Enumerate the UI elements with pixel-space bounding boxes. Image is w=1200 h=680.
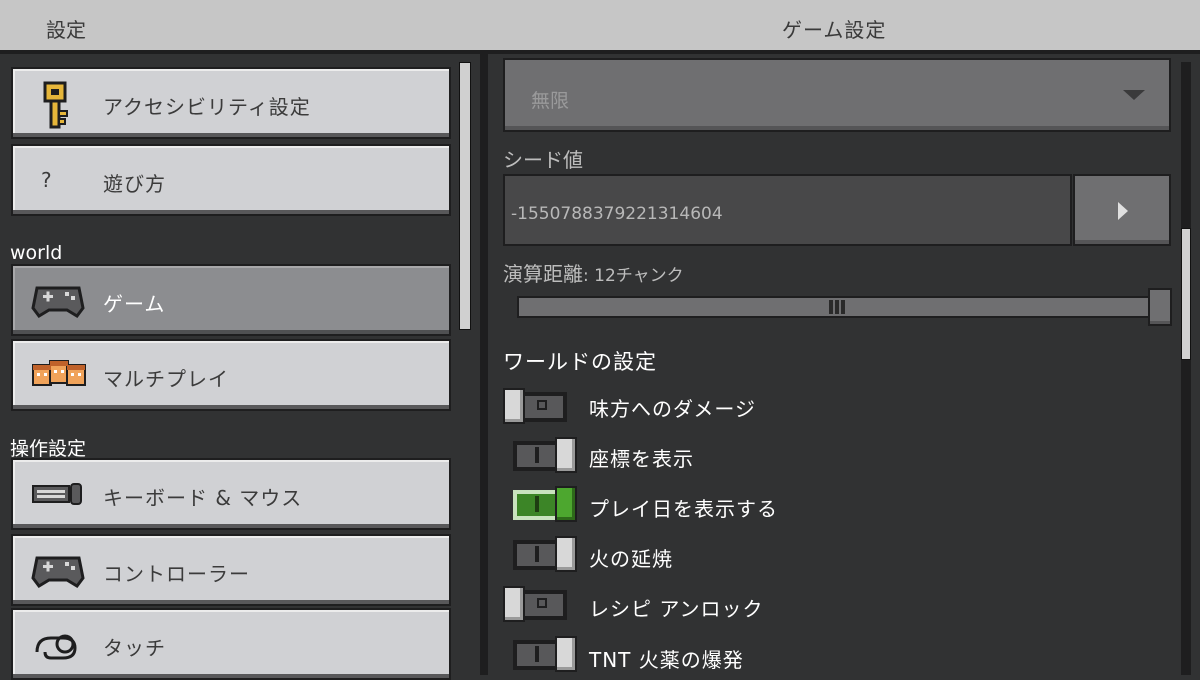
controller-icon (31, 548, 85, 592)
toggle-recipe-unlock[interactable] (503, 586, 567, 622)
sidebar-item-touch[interactable]: タッチ (11, 608, 451, 680)
sidebar-item-game[interactable]: ゲーム (11, 264, 451, 336)
top-bar: 設定 ゲーム設定 (0, 0, 1200, 54)
toggle-label: 座標を表示 (589, 447, 694, 471)
sidebar-item-controller[interactable]: コントローラー (11, 534, 451, 606)
sim-distance-label: 演算距離: 12チャンク (503, 258, 684, 287)
panel-divider (480, 54, 488, 675)
toggle-label: 味方へのダメージ (589, 397, 756, 421)
toggle-label: TNT 火薬の爆発 (589, 648, 744, 672)
toggle-tnt-explodes[interactable] (513, 636, 577, 672)
content-scrollbar-track (1181, 62, 1191, 675)
sidebar-item-label: マルチプレイ (103, 367, 229, 391)
toggle-label: 火の延焼 (589, 547, 673, 571)
play-arrow-icon (1118, 202, 1128, 220)
touch-icon (31, 622, 81, 666)
seed-input[interactable]: -1550788379221314604 (503, 174, 1072, 246)
toggle-label: プレイ日を表示する (589, 497, 778, 521)
toggle-fire-spreads[interactable] (513, 536, 577, 572)
difficulty-dropdown[interactable]: 無限 (503, 58, 1171, 132)
sidebar-item-label: タッチ (103, 636, 166, 660)
section-label-world: world (10, 242, 63, 264)
toggle-friendly-fire[interactable] (503, 388, 567, 424)
sim-distance-value: : 12チャンク (583, 266, 684, 286)
seed-apply-button[interactable] (1073, 174, 1171, 246)
sidebar-scrollbar[interactable] (459, 62, 471, 330)
world-settings-header: ワールドの設定 (503, 350, 657, 374)
toggle-show-coordinates[interactable] (513, 437, 577, 473)
sidebar-item-keyboard-mouse[interactable]: キーボード & マウス (11, 458, 451, 530)
sim-distance-name: 演算距離 (503, 262, 583, 286)
question-icon: ? (41, 168, 52, 192)
gamepad-icon (31, 278, 85, 322)
seed-value: -1550788379221314604 (511, 204, 723, 224)
key-icon (31, 81, 81, 129)
sidebar-item-label: ゲーム (103, 292, 166, 316)
slider-handle[interactable] (1148, 288, 1172, 326)
sidebar-item-label: キーボード & マウス (103, 486, 303, 510)
section-label-controls: 操作設定 (10, 438, 87, 460)
seed-label: シード値 (503, 148, 583, 172)
keyboard-mouse-icon (31, 472, 82, 516)
sidebar-item-how-to-play[interactable]: ? 遊び方 (11, 144, 451, 216)
toggle-show-days-played[interactable] (513, 486, 577, 522)
sidebar-item-label: 遊び方 (103, 172, 166, 196)
page-title: ゲーム設定 (782, 18, 887, 42)
chevron-down-icon (1123, 90, 1145, 100)
sidebar-item-label: アクセシビリティ設定 (103, 95, 311, 119)
content-scrollbar[interactable] (1181, 228, 1191, 360)
sidebar-item-label: コントローラー (103, 562, 250, 586)
slider-center-mark (829, 300, 847, 314)
players-icon (31, 353, 86, 397)
dropdown-value: 無限 (531, 90, 570, 112)
settings-title: 設定 (46, 18, 86, 42)
toggle-label: レシピ アンロック (589, 597, 764, 621)
sidebar-item-multiplayer[interactable]: マルチプレイ (11, 339, 451, 411)
sidebar-item-accessibility[interactable]: アクセシビリティ設定 (11, 67, 451, 139)
